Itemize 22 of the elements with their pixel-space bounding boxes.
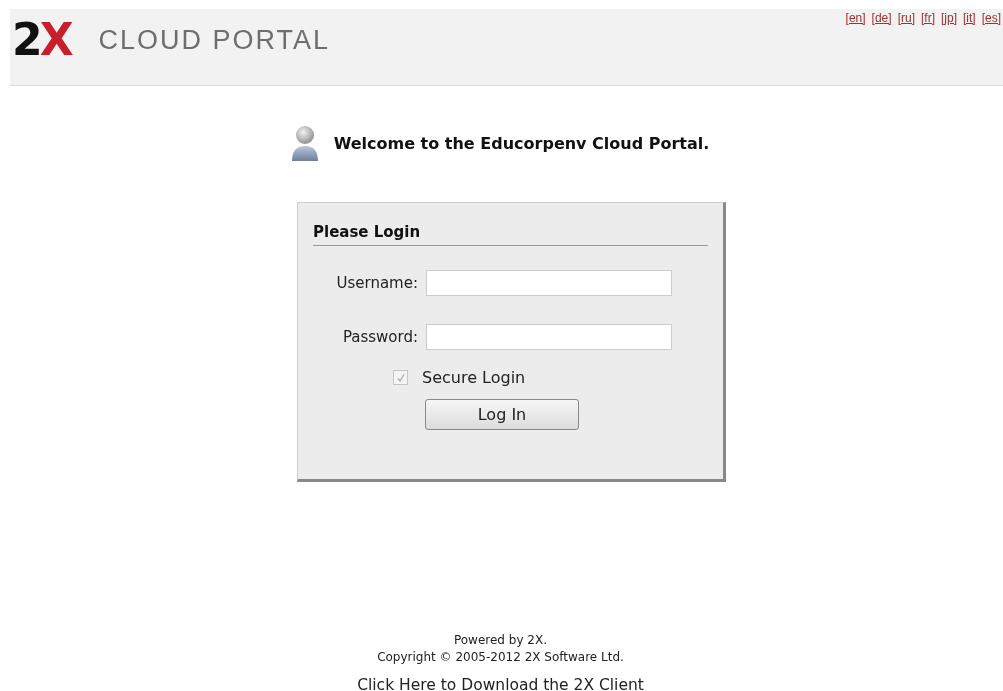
logo-mark: 2X — [12, 20, 71, 60]
language-link[interactable]: [de] — [871, 11, 892, 25]
portal-title: CLOUD PORTAL — [98, 24, 331, 56]
powered-by-text: Powered by 2X. — [453, 632, 547, 649]
field-label: Username: — [335, 274, 418, 292]
language-link[interactable]: [ru] — [897, 11, 915, 25]
field-label: Password: — [341, 328, 418, 346]
download-link[interactable]: Click Here to Download the 2X Client — [357, 676, 644, 691]
language-link[interactable]: [it] — [963, 11, 976, 25]
check-mark-icon — [395, 372, 406, 383]
language-link[interactable]: [es] — [981, 11, 1001, 25]
user-icon — [289, 124, 320, 162]
welcome-message: Welcome to the Educorpenv Cloud Portal. — [333, 133, 710, 153]
language-link[interactable]: [fr] — [920, 11, 935, 25]
language-link[interactable]: [jp] — [940, 11, 957, 25]
copyright-text: Copyright © 2005-2012 2X Software Ltd. — [377, 649, 624, 666]
language-link[interactable]: [en] — [845, 11, 866, 25]
login-button[interactable]: Log In — [425, 399, 579, 430]
checkbox-label: Secure Login — [422, 368, 526, 387]
username-field[interactable] — [426, 270, 672, 296]
password-field[interactable] — [426, 324, 672, 350]
login-title: Please Login — [313, 223, 422, 241]
